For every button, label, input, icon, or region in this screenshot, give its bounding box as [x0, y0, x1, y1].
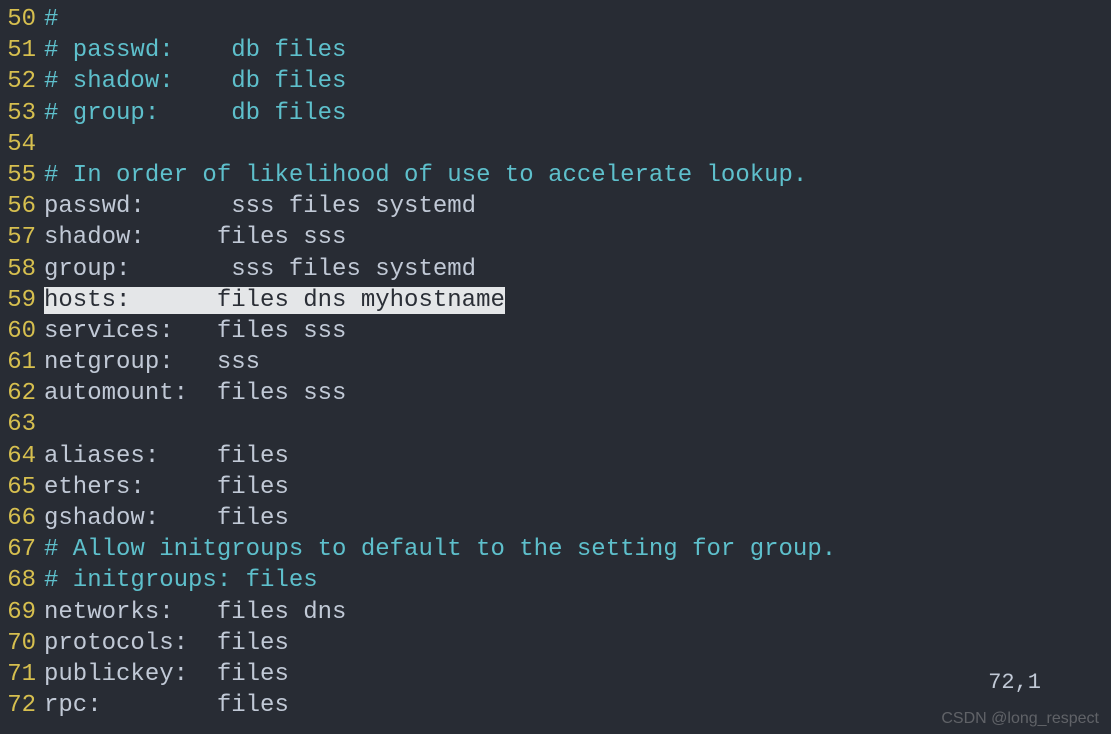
line-number: 51	[0, 35, 44, 66]
line-content: #	[44, 4, 1111, 35]
line-content: automount: files sss	[44, 378, 1111, 409]
line-number: 57	[0, 222, 44, 253]
code-line[interactable]: 50#	[0, 4, 1111, 35]
line-content: # shadow: db files	[44, 66, 1111, 97]
line-content: netgroup: sss	[44, 347, 1111, 378]
line-number: 56	[0, 191, 44, 222]
line-content: gshadow: files	[44, 503, 1111, 534]
line-content: protocols: files	[44, 628, 1111, 659]
line-content	[44, 409, 1111, 440]
code-line[interactable]: 66gshadow: files	[0, 503, 1111, 534]
code-line[interactable]: 61netgroup: sss	[0, 347, 1111, 378]
code-line[interactable]: 59hosts: files dns myhostname	[0, 285, 1111, 316]
code-line[interactable]: 67# Allow initgroups to default to the s…	[0, 534, 1111, 565]
line-content: publickey: files	[44, 659, 1111, 690]
line-content: # Allow initgroups to default to the set…	[44, 534, 1111, 565]
line-content: services: files sss	[44, 316, 1111, 347]
line-number: 53	[0, 98, 44, 129]
code-line[interactable]: 64aliases: files	[0, 441, 1111, 472]
line-number: 62	[0, 378, 44, 409]
code-line[interactable]: 57shadow: files sss	[0, 222, 1111, 253]
code-line[interactable]: 68# initgroups: files	[0, 565, 1111, 596]
code-line[interactable]: 56passwd: sss files systemd	[0, 191, 1111, 222]
code-line[interactable]: 51# passwd: db files	[0, 35, 1111, 66]
line-number: 69	[0, 597, 44, 628]
code-line[interactable]: 65ethers: files	[0, 472, 1111, 503]
line-number: 65	[0, 472, 44, 503]
line-content: # In order of likelihood of use to accel…	[44, 160, 1111, 191]
code-line[interactable]: 69networks: files dns	[0, 597, 1111, 628]
line-number: 60	[0, 316, 44, 347]
line-content: networks: files dns	[44, 597, 1111, 628]
line-number: 68	[0, 565, 44, 596]
line-content: # group: db files	[44, 98, 1111, 129]
line-number: 66	[0, 503, 44, 534]
code-line[interactable]: 55# In order of likelihood of use to acc…	[0, 160, 1111, 191]
line-number: 72	[0, 690, 44, 721]
line-number: 52	[0, 66, 44, 97]
line-number: 67	[0, 534, 44, 565]
line-number: 59	[0, 285, 44, 316]
terminal-editor[interactable]: 50#51# passwd: db files52# shadow: db fi…	[0, 4, 1111, 721]
line-content: # initgroups: files	[44, 565, 1111, 596]
line-number: 54	[0, 129, 44, 160]
line-number: 63	[0, 409, 44, 440]
line-content	[44, 129, 1111, 160]
code-line[interactable]: 53# group: db files	[0, 98, 1111, 129]
code-line[interactable]: 63	[0, 409, 1111, 440]
watermark: CSDN @long_respect	[941, 709, 1099, 730]
line-number: 61	[0, 347, 44, 378]
selected-text: hosts: files dns myhostname	[44, 287, 505, 314]
code-line[interactable]: 70protocols: files	[0, 628, 1111, 659]
line-number: 70	[0, 628, 44, 659]
cursor-position: 72,1	[988, 669, 1041, 698]
line-number: 55	[0, 160, 44, 191]
code-line[interactable]: 52# shadow: db files	[0, 66, 1111, 97]
line-content: passwd: sss files systemd	[44, 191, 1111, 222]
line-number: 64	[0, 441, 44, 472]
line-number: 50	[0, 4, 44, 35]
line-content: shadow: files sss	[44, 222, 1111, 253]
code-line[interactable]: 62automount: files sss	[0, 378, 1111, 409]
line-content: hosts: files dns myhostname	[44, 285, 1111, 316]
line-content: group: sss files systemd	[44, 254, 1111, 285]
code-line[interactable]: 58group: sss files systemd	[0, 254, 1111, 285]
line-content: # passwd: db files	[44, 35, 1111, 66]
line-content: aliases: files	[44, 441, 1111, 472]
line-number: 71	[0, 659, 44, 690]
line-number: 58	[0, 254, 44, 285]
code-line[interactable]: 71publickey: files	[0, 659, 1111, 690]
line-content: ethers: files	[44, 472, 1111, 503]
code-line[interactable]: 60services: files sss	[0, 316, 1111, 347]
code-line[interactable]: 54	[0, 129, 1111, 160]
